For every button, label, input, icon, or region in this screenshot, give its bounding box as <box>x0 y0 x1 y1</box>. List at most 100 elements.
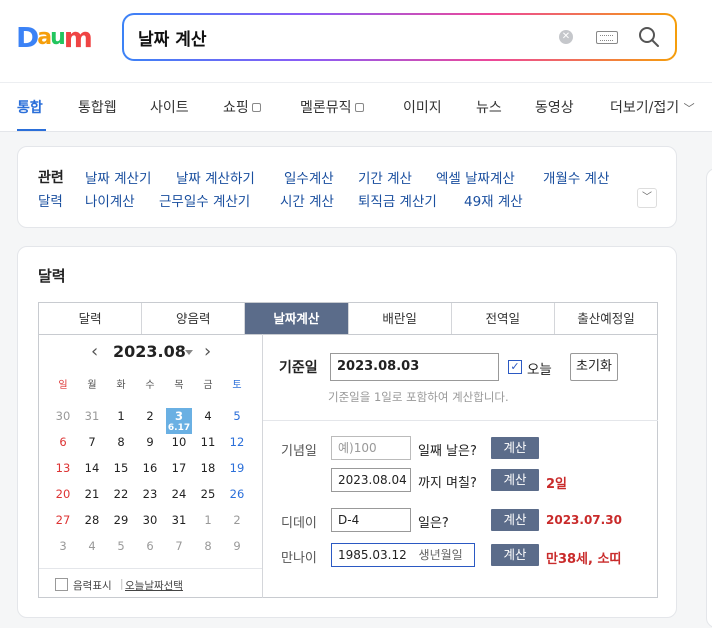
calendar-day[interactable]: 5 <box>224 409 250 423</box>
calendar-day[interactable]: 8 <box>195 539 221 553</box>
next-month-icon[interactable]: › <box>204 342 211 362</box>
calendar-day[interactable]: 23 <box>137 487 163 501</box>
calendar-day[interactable]: 9 <box>137 435 163 449</box>
calendar-day[interactable]: 8 <box>108 435 134 449</box>
birthdate-value: 1985.03.12 <box>338 548 407 562</box>
tab-discharge[interactable]: 전역일 <box>452 303 555 334</box>
calendar-day[interactable]: 30 <box>137 513 163 527</box>
weekday-label: 일 <box>58 380 68 391</box>
tab-news[interactable]: 뉴스 <box>476 97 502 117</box>
calendar-day[interactable]: 18 <box>195 461 221 475</box>
calendar-day[interactable]: 24 <box>166 487 192 501</box>
calendar-day[interactable]: 1 <box>195 513 221 527</box>
calendar-day[interactable]: 29 <box>108 513 134 527</box>
tab-calendar[interactable]: 달력 <box>39 303 143 334</box>
calendar-day[interactable]: 25 <box>195 487 221 501</box>
tab-video[interactable]: 동영상 <box>535 97 574 117</box>
calendar-day[interactable]: 17 <box>166 461 192 475</box>
prev-month-icon[interactable]: ‹ <box>91 342 98 362</box>
calc-button[interactable]: 계산 <box>491 469 539 491</box>
calendar-day[interactable]: 12 <box>224 435 250 449</box>
calendar-day[interactable]: 7 <box>79 435 105 449</box>
calendar-day[interactable]: 10 <box>166 435 192 449</box>
calendar-day[interactable]: 30 <box>50 409 76 423</box>
related-link[interactable]: 일수계산 <box>284 167 334 187</box>
related-link[interactable]: 기간 계산 <box>358 167 412 187</box>
related-link[interactable]: 개월수 계산 <box>543 167 609 187</box>
anniversary-suffix: 일째 날은? <box>418 444 477 459</box>
calendar-day[interactable]: 15 <box>108 461 134 475</box>
calendar-day[interactable]: 16 <box>137 461 163 475</box>
calendar-day[interactable]: 13 <box>50 461 76 475</box>
calendar-day[interactable]: 4 <box>79 539 105 553</box>
calendar-day[interactable]: 9 <box>224 539 250 553</box>
show-lunar-checkbox[interactable] <box>55 578 68 591</box>
anniversary-days-input[interactable]: 예)100 <box>331 436 411 460</box>
birthdate-input[interactable]: 1985.03.12 생년월일 <box>331 543 475 567</box>
related-link[interactable]: 시간 계산 <box>280 190 334 210</box>
calendar-day[interactable]: 4 <box>195 409 221 423</box>
tab-site[interactable]: 사이트 <box>150 97 189 117</box>
anniversary-result: 2일 <box>546 477 568 492</box>
tab-image[interactable]: 이미지 <box>403 97 442 117</box>
calendar-day[interactable]: 1 <box>108 409 134 423</box>
expand-chevron-icon[interactable]: ﹀ <box>637 188 657 208</box>
divider <box>263 420 658 421</box>
calendar-day[interactable]: 5 <box>108 539 134 553</box>
calendar-day[interactable]: 2 <box>224 513 250 527</box>
calendar-day[interactable]: 6 <box>137 539 163 553</box>
calendar-day[interactable]: 20 <box>50 487 76 501</box>
daum-logo[interactable]: D a u m <box>16 21 93 54</box>
select-today-link[interactable]: 오늘날짜선택 <box>125 578 183 593</box>
calendar-day[interactable]: 28 <box>79 513 105 527</box>
calendar-day[interactable]: 31 <box>79 409 105 423</box>
tab-all[interactable]: 통합 <box>17 97 43 117</box>
month-dropdown-icon[interactable] <box>185 350 193 355</box>
weekday-label: 목 <box>174 380 184 391</box>
related-link[interactable]: 퇴직금 계산기 <box>358 190 437 210</box>
tab-more[interactable]: 더보기/접기 ﹀ <box>610 97 695 117</box>
calendar-day[interactable]: 7 <box>166 539 192 553</box>
calendar-day[interactable]: 3 <box>166 409 192 423</box>
tab-ovulation[interactable]: 배란일 <box>349 303 452 334</box>
calc-button[interactable]: 계산 <box>491 509 539 531</box>
tab-melon[interactable]: 멜론뮤직 <box>300 97 364 117</box>
tab-web[interactable]: 통합웹 <box>78 97 117 117</box>
calendar-day[interactable]: 3 <box>50 539 76 553</box>
tab-shopping[interactable]: 쇼핑 <box>223 97 261 117</box>
age-result: 만38세, 소띠 <box>546 552 622 567</box>
related-link[interactable]: 날짜 계산하기 <box>176 167 255 187</box>
related-link[interactable]: 근무일수 계산기 <box>159 190 250 210</box>
calendar-day[interactable]: 14 <box>79 461 105 475</box>
calendar-day[interactable]: 2 <box>137 409 163 423</box>
search-input[interactable] <box>138 25 538 49</box>
tab-due-date[interactable]: 출산예정일 <box>555 303 657 334</box>
calendar-day[interactable]: 22 <box>108 487 134 501</box>
calendar-day[interactable]: 21 <box>79 487 105 501</box>
calc-button[interactable]: 계산 <box>491 544 539 566</box>
calendar-day[interactable]: 6 <box>50 435 76 449</box>
calc-button[interactable]: 계산 <box>491 437 539 459</box>
calendar-day[interactable]: 31 <box>166 513 192 527</box>
clear-icon[interactable]: ✕ <box>559 30 573 44</box>
calendar-day[interactable]: 11 <box>195 435 221 449</box>
search-icon[interactable] <box>638 26 660 48</box>
calendar-day[interactable]: 26 <box>224 487 250 501</box>
keyboard-icon[interactable] <box>596 31 618 44</box>
tab-date-calc[interactable]: 날짜계산 <box>245 303 349 334</box>
calendar-day[interactable]: 19 <box>224 461 250 475</box>
base-date-label: 기준일 <box>279 360 318 376</box>
anniversary-date-input[interactable]: 2023.08.04 <box>331 468 411 492</box>
logo-letter-m: m <box>63 21 93 54</box>
related-link[interactable]: 나이계산 <box>85 190 135 210</box>
base-date-input[interactable]: 2023.08.03 <box>330 353 499 381</box>
dday-input[interactable]: D-4 <box>331 508 411 532</box>
related-link[interactable]: 49재 계산 <box>464 190 523 210</box>
today-checkbox[interactable]: ✓ <box>508 360 522 374</box>
calendar-day[interactable]: 27 <box>50 513 76 527</box>
related-link[interactable]: 날짜 계산기 <box>85 167 151 187</box>
tab-lunar[interactable]: 양음력 <box>142 303 246 334</box>
related-link[interactable]: 달력 <box>38 190 63 210</box>
reset-button[interactable]: 초기화 <box>570 353 618 381</box>
related-link[interactable]: 엑셀 날짜계산 <box>436 167 515 187</box>
